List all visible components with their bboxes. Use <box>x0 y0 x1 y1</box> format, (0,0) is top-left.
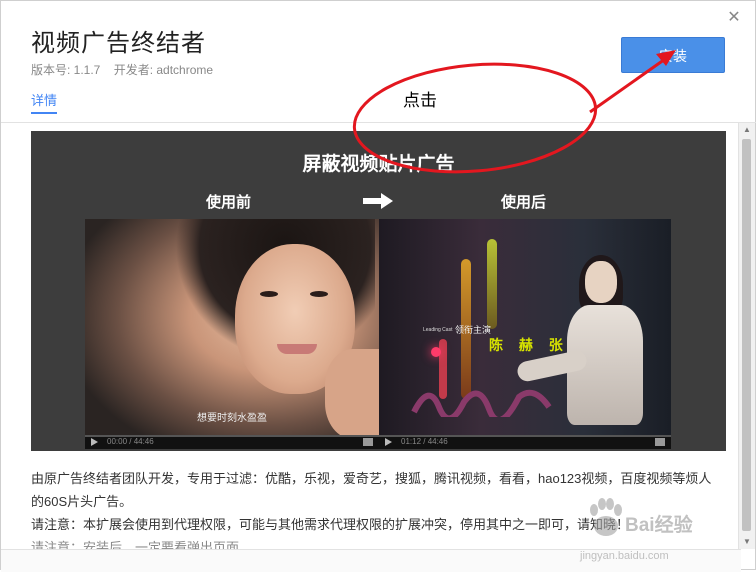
play-icon <box>91 438 98 446</box>
extension-meta: 版本号: 1.1.7 开发者: adtchrome <box>31 61 223 78</box>
before-time: 00:00 / 44:46 <box>107 437 154 446</box>
before-label: 使用前 <box>206 194 252 211</box>
before-eye-right <box>310 291 328 297</box>
before-subtitle: 想要时刻水盈盈 <box>197 413 267 424</box>
after-label: 使用后 <box>501 194 547 211</box>
volume-icon <box>363 438 373 446</box>
version-label: 版本号: 1.1.7 <box>31 63 101 77</box>
annotation-label: 点击 <box>403 91 437 110</box>
after-red-light <box>431 347 441 357</box>
scroll-up-icon[interactable]: ▲ <box>739 123 755 137</box>
extension-dialog: ✕ 视频广告终结者 版本号: 1.1.7 开发者: adtchrome 详情 安… <box>0 0 756 572</box>
vertical-scrollbar[interactable]: ▲ ▼ <box>738 123 755 549</box>
before-mouth <box>277 344 317 354</box>
before-player-controls: 00:00 / 44:46 <box>85 435 379 449</box>
after-video-frame: Leading Cast 领衔主演 陈 赫 张 萌 01:12 / 44:46 <box>379 219 671 449</box>
close-icon[interactable]: ✕ <box>719 5 749 31</box>
after-time: 01:12 / 44:46 <box>401 437 448 446</box>
after-player-controls: 01:12 / 44:46 <box>379 435 671 449</box>
baidu-watermark: Bai经验 jingyan.baidu.com <box>580 498 730 568</box>
after-scribble-art <box>411 389 552 417</box>
paw-icon <box>590 498 622 536</box>
banner-title: 屏蔽视频贴片广告 <box>302 154 455 175</box>
after-credit-role: 领衔主演 <box>455 325 492 335</box>
play-icon <box>385 438 392 446</box>
scroll-down-icon[interactable]: ▼ <box>739 535 755 549</box>
tab-details[interactable]: 详情 <box>31 90 58 114</box>
screenshot-banner: 屏蔽视频贴片广告 使用前 使用后 想要时刻水盈盈 00:00 / 44:46 L… <box>31 131 726 451</box>
before-hand-shape <box>325 349 379 439</box>
after-credit-small: Leading Cast <box>423 327 453 333</box>
developer-label: 开发者: adtchrome <box>113 63 214 77</box>
watermark-name: Bai经验 <box>625 515 693 536</box>
right-arrow-icon <box>363 193 393 209</box>
watermark-url: jingyan.baidu.com <box>580 550 669 562</box>
before-video-frame: 想要时刻水盈盈 00:00 / 44:46 <box>85 219 379 449</box>
after-illustrated-figure <box>515 255 657 431</box>
install-button[interactable]: 安装 <box>621 37 725 73</box>
header-divider <box>1 122 756 123</box>
before-eye-left <box>260 291 278 297</box>
extension-title: 视频广告终结者 <box>31 30 206 57</box>
after-light-streak <box>487 239 497 329</box>
scrollbar-thumb[interactable] <box>742 139 751 531</box>
figure-head <box>585 261 617 303</box>
volume-icon <box>655 438 665 446</box>
